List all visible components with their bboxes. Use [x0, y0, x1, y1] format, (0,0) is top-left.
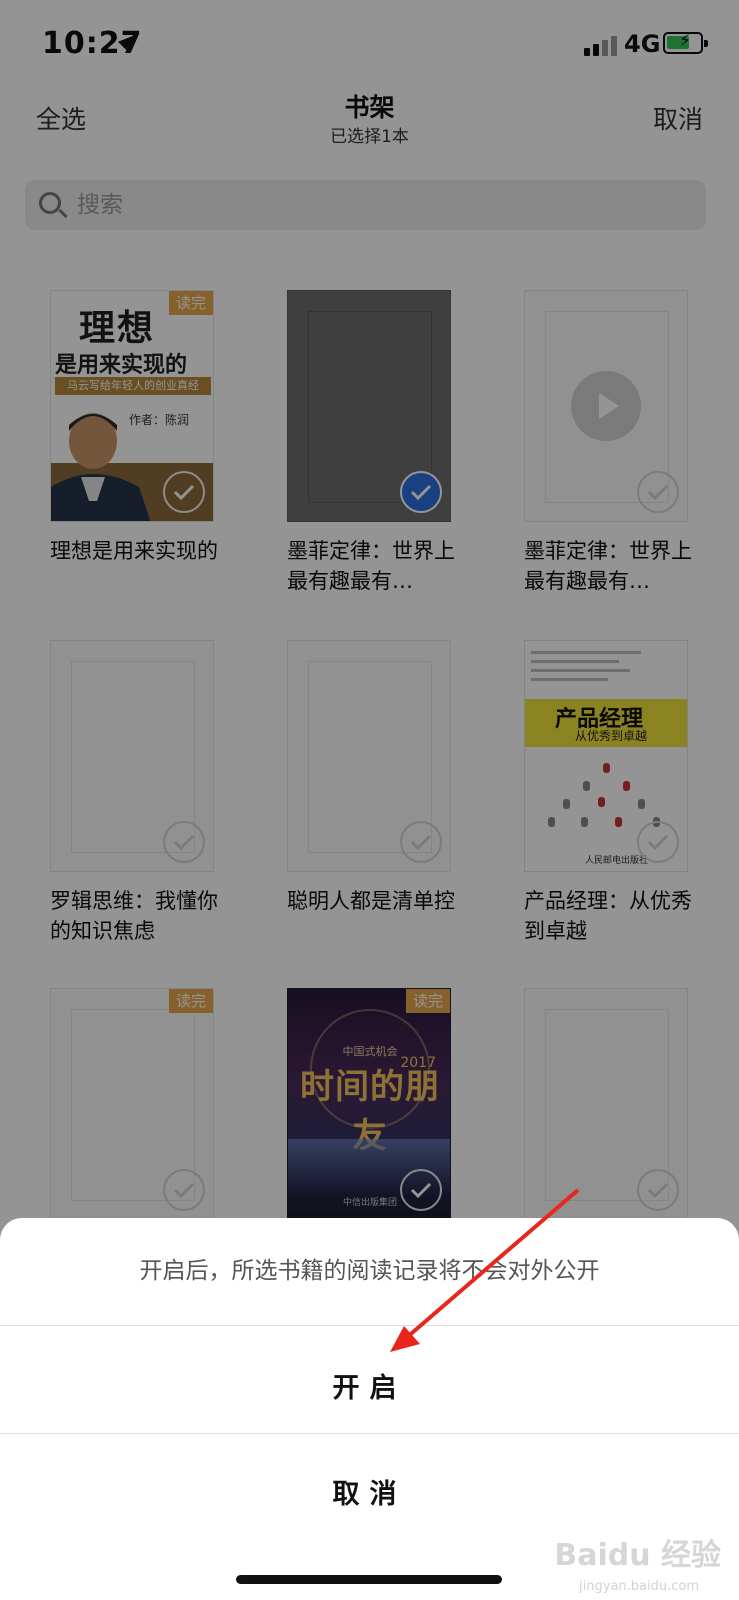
divider — [0, 1433, 739, 1434]
watermark-url: jingyan.baidu.com — [579, 1579, 699, 1594]
divider — [0, 1325, 739, 1326]
watermark-brand: Baidu 经验 — [554, 1538, 721, 1573]
home-indicator[interactable] — [236, 1575, 502, 1584]
action-sheet-message: 开启后，所选书籍的阅读记录将不会对外公开 — [139, 1258, 600, 1284]
cancel-sheet-button[interactable]: 取消 — [0, 1472, 739, 1511]
enable-button[interactable]: 开启 — [0, 1366, 739, 1405]
